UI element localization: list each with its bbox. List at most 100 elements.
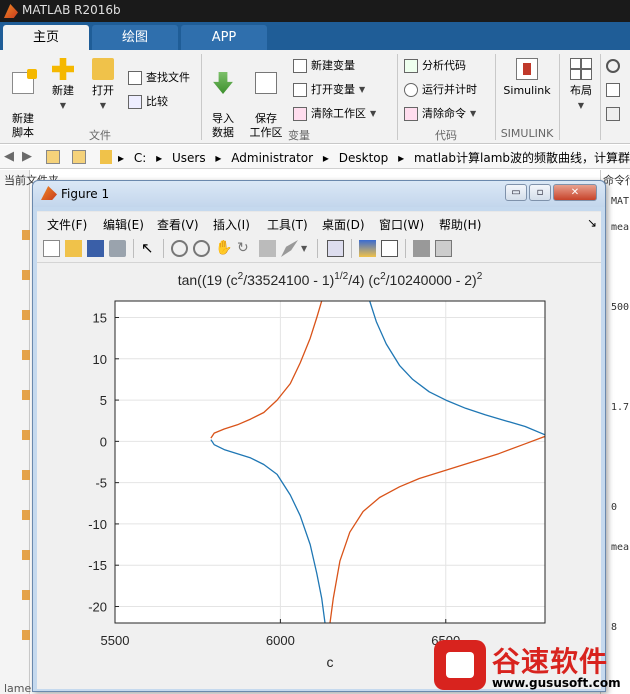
breadcrumb-item[interactable]: Desktop <box>339 151 389 165</box>
find-files-button[interactable]: 查找文件 <box>128 68 190 88</box>
print-icon[interactable] <box>109 240 126 257</box>
show-plot-tools-icon[interactable] <box>435 240 452 257</box>
clear-workspace-icon <box>293 107 307 121</box>
breadcrumb-item[interactable]: Users <box>172 151 206 165</box>
simulink-button[interactable]: Simulink <box>500 58 554 98</box>
chevron-down-icon[interactable]: ▼ <box>301 240 318 257</box>
menu-edit[interactable]: 编辑(E) <box>103 216 144 233</box>
breadcrumb: ▸ C: ▸ Users ▸ Administrator ▸ Desktop ▸… <box>118 149 630 166</box>
open-label: 打开 <box>92 84 114 97</box>
rotate-3d-icon[interactable]: ↻ <box>237 240 254 257</box>
open-file-icon[interactable] <box>65 240 82 257</box>
close-button[interactable]: ✕ <box>553 184 597 201</box>
open-button[interactable]: 打开 ▼ <box>86 58 120 113</box>
tab-home[interactable]: 主页 <box>3 25 89 50</box>
save-icon[interactable] <box>87 240 104 257</box>
run-and-time-button[interactable]: 运行并计时 <box>404 80 477 100</box>
zoom-in-icon[interactable] <box>171 240 188 257</box>
tab-apps[interactable]: APP <box>181 25 267 50</box>
menu-insert[interactable]: 插入(I) <box>213 216 250 233</box>
compare-icon <box>128 95 142 109</box>
up-folder-icon[interactable] <box>46 150 60 164</box>
open-variable-label: 打开变量 <box>311 83 355 96</box>
matlab-logo-icon <box>41 186 57 200</box>
new-figure-icon[interactable] <box>43 240 60 257</box>
toolbar-divider <box>351 239 352 258</box>
figure-title-bar[interactable]: Figure 1 ▭ ▫ ✕ <box>33 181 605 207</box>
figure-menu-bar: 文件(F) 编辑(E) 查看(V) 插入(I) 工具(T) 桌面(D) 窗口(W… <box>37 211 601 233</box>
breadcrumb-item[interactable]: matlab计算lamb波的频散曲线，计算群速度 <box>414 151 630 165</box>
analyze-code-icon <box>404 59 418 73</box>
colorbar-icon[interactable] <box>359 240 376 257</box>
folder-icon <box>100 150 112 164</box>
clear-commands-icon <box>404 107 418 121</box>
menu-tools[interactable]: 工具(T) <box>267 216 308 233</box>
file-icon <box>22 510 30 520</box>
chevron-down-icon: ▼ <box>99 101 107 110</box>
open-variable-button[interactable]: 打开变量 ▼ <box>293 80 365 100</box>
set-path-icon <box>606 83 620 97</box>
pointer-icon[interactable]: ↖ <box>141 240 158 257</box>
dock-arrow-icon[interactable]: ↘ <box>587 216 597 230</box>
breadcrumb-separator: ▸ <box>118 151 125 165</box>
folder-icon <box>92 58 114 80</box>
link-plot-icon[interactable] <box>327 240 344 257</box>
command-text: 8 <box>611 622 618 633</box>
clear-workspace-button[interactable]: 清除工作区 ▼ <box>293 104 376 124</box>
chevron-down-icon: ▼ <box>59 101 67 110</box>
legend-icon[interactable] <box>381 240 398 257</box>
app-title: MATLAB R2016b <box>22 3 121 17</box>
back-arrow-icon[interactable]: ◀ <box>4 149 14 164</box>
plus-icon <box>52 58 74 80</box>
y-tick-label: -20 <box>88 599 107 614</box>
code-group-label: 代码 <box>435 129 457 142</box>
breadcrumb-separator: ▸ <box>215 151 222 165</box>
tab-plots[interactable]: 绘图 <box>92 25 178 50</box>
new-variable-button[interactable]: 新建变量 <box>293 56 355 76</box>
preferences-button[interactable] <box>606 56 624 76</box>
chevron-down-icon: ▼ <box>470 109 477 118</box>
forward-arrow-icon[interactable]: ▶ <box>22 149 32 164</box>
browse-folder-icon[interactable] <box>72 150 86 164</box>
run-and-time-label: 运行并计时 <box>422 83 477 96</box>
breadcrumb-item[interactable]: C: <box>134 151 146 165</box>
gear-icon <box>606 59 620 73</box>
save-workspace-icon <box>255 72 277 94</box>
menu-help[interactable]: 帮助(H) <box>439 216 481 233</box>
restore-button[interactable]: ▫ <box>529 184 551 201</box>
menu-desktop[interactable]: 桌面(D) <box>322 216 365 233</box>
x-tick-label: 5500 <box>101 633 130 648</box>
compare-button[interactable]: 比较 <box>128 92 168 112</box>
find-files-label: 查找文件 <box>146 71 190 84</box>
breadcrumb-item[interactable]: Administrator <box>231 151 313 165</box>
toolbar-divider <box>405 239 406 258</box>
file-icon <box>22 350 30 360</box>
breadcrumb-separator: ▸ <box>322 151 329 165</box>
address-bar: ◀ ▶ ▸ C: ▸ Users ▸ Administrator ▸ Deskt… <box>0 145 630 169</box>
menu-file[interactable]: 文件(F) <box>47 216 87 233</box>
menu-view[interactable]: 查看(V) <box>157 216 199 233</box>
plot-area[interactable]: tan((19 (c2​/33524100 - 1)1/2​/4) (c2​/1… <box>37 263 601 689</box>
file-icon <box>22 310 30 320</box>
command-window-header: 命令行窗口 <box>603 174 630 187</box>
open-variable-icon <box>293 83 307 97</box>
brush-icon[interactable] <box>281 240 298 257</box>
clear-commands-label: 清除命令 <box>422 107 466 120</box>
parallel-button[interactable] <box>606 104 624 124</box>
zoom-out-icon[interactable] <box>193 240 210 257</box>
file-icon <box>22 590 30 600</box>
toolbar-divider <box>163 239 164 258</box>
set-path-button[interactable] <box>606 80 624 100</box>
minimize-button[interactable]: ▭ <box>505 184 527 201</box>
layout-button[interactable]: 布局 ▼ <box>564 58 598 113</box>
new-variable-icon <box>293 59 307 73</box>
analyze-code-button[interactable]: 分析代码 <box>404 56 466 76</box>
menu-window[interactable]: 窗口(W) <box>379 216 424 233</box>
pan-hand-icon[interactable]: ✋ <box>215 240 232 257</box>
variable-group-label: 变量 <box>288 129 310 142</box>
data-cursor-icon[interactable] <box>259 240 276 257</box>
new-button[interactable]: 新建 ▼ <box>46 58 80 113</box>
chevron-down-icon: ▼ <box>577 101 585 110</box>
clear-commands-button[interactable]: 清除命令 ▼ <box>404 104 476 124</box>
hide-plot-tools-icon[interactable] <box>413 240 430 257</box>
